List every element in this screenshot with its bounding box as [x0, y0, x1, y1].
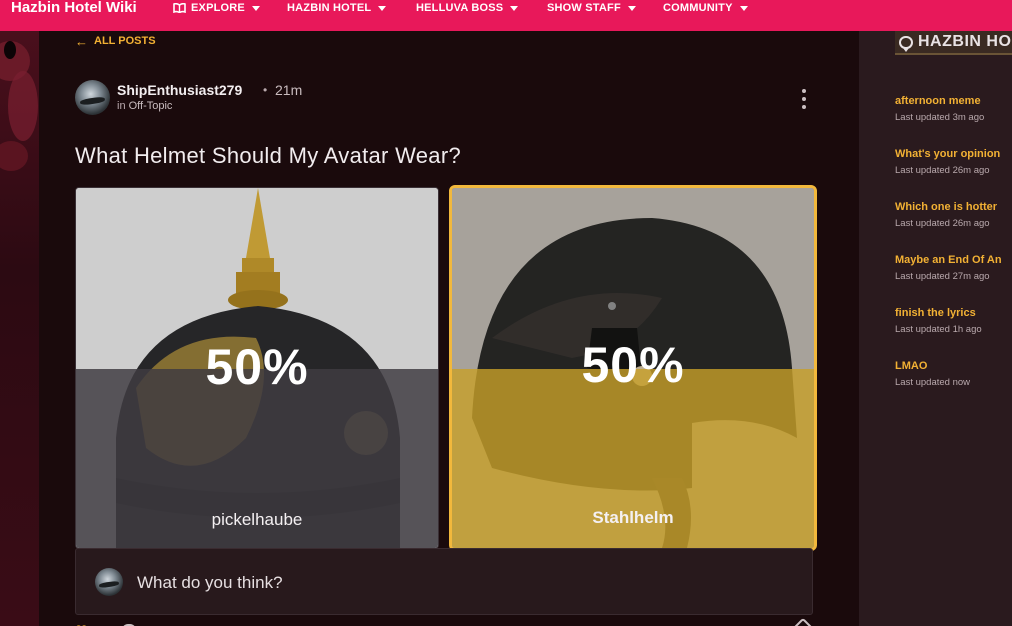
- post-main: ← ALL POSTS ShipEnthusiast279 • 21m in O…: [39, 31, 859, 626]
- post-link[interactable]: What's your opinion: [895, 148, 1012, 160]
- poll-option-stahlhelm[interactable]: 50% Stahlhelm: [449, 185, 817, 551]
- book-icon: [173, 3, 186, 13]
- list-item: Which one is hotter Last updated 26m ago: [895, 201, 1012, 254]
- post-updated: Last updated now: [895, 377, 971, 388]
- recent-posts-list: afternoon meme Last updated 3m ago What'…: [895, 95, 1012, 413]
- post-updated: Last updated 26m ago: [895, 165, 990, 176]
- arrow-left-icon: ←: [75, 33, 88, 49]
- poll-percent: 50%: [581, 337, 685, 393]
- reply-count: 5: [143, 623, 150, 626]
- post-time: 21m: [275, 82, 303, 98]
- nav-community-label: COMMUNITY: [663, 2, 733, 14]
- post-updated: Last updated 3m ago: [895, 112, 985, 123]
- poll-option-label: Stahlhelm: [592, 508, 674, 527]
- meta-separator: •: [263, 83, 268, 97]
- post-link[interactable]: finish the lyrics: [895, 307, 1012, 319]
- list-item: What's your opinion Last updated 26m ago: [895, 148, 1012, 201]
- author-avatar[interactable]: [75, 80, 110, 115]
- all-posts-label: ALL POSTS: [94, 35, 156, 47]
- list-item: afternoon meme Last updated 3m ago: [895, 95, 1012, 148]
- more-options-icon[interactable]: [797, 87, 811, 111]
- nav-show-staff[interactable]: SHOW STAFF: [547, 2, 636, 14]
- reply-button[interactable]: 5: [121, 621, 150, 626]
- heart-icon: ❤: [75, 621, 88, 626]
- discussions-header: HAZBIN HO: [895, 31, 1012, 55]
- top-navigation-bar: Hazbin Hotel Wiki EXPLORE HAZBIN HOTEL H…: [0, 0, 1012, 31]
- list-item: LMAO Last updated now: [895, 360, 1012, 413]
- chat-icon: [899, 35, 913, 52]
- nav-hazbin-hotel[interactable]: HAZBIN HOTEL: [287, 2, 387, 14]
- share-icon[interactable]: [791, 617, 815, 626]
- all-posts-link[interactable]: ← ALL POSTS: [75, 33, 156, 49]
- post-category-line: in Off-Topic: [117, 100, 172, 112]
- poll-percent: 50%: [205, 339, 309, 395]
- list-item: finish the lyrics Last updated 1h ago: [895, 307, 1012, 360]
- comment-placeholder: What do you think?: [137, 573, 283, 592]
- nav-helluva-boss[interactable]: HELLUVA BOSS: [416, 2, 519, 14]
- nav-explore[interactable]: EXPLORE: [173, 2, 260, 14]
- chevron-down-icon: [378, 5, 387, 11]
- discussions-header-title: HAZBIN HO: [918, 33, 1012, 50]
- post-link[interactable]: Which one is hotter: [895, 201, 1012, 213]
- background-artwork: [0, 31, 39, 626]
- post-title: What Helmet Should My Avatar Wear?: [75, 143, 461, 168]
- nav-show-staff-label: SHOW STAFF: [547, 2, 621, 14]
- nav-helluva-boss-label: HELLUVA BOSS: [416, 2, 504, 14]
- current-user-avatar: [95, 568, 123, 596]
- nav-hazbin-hotel-label: HAZBIN HOTEL: [287, 2, 372, 14]
- post-updated: Last updated 26m ago: [895, 218, 990, 229]
- category-link[interactable]: Off-Topic: [129, 100, 173, 112]
- nav-explore-label: EXPLORE: [191, 2, 245, 14]
- like-button[interactable]: ❤ 4: [75, 621, 102, 626]
- list-item: Maybe an End Of An Last updated 27m ago: [895, 254, 1012, 307]
- chevron-down-icon: [627, 5, 636, 11]
- post-updated: Last updated 1h ago: [895, 324, 982, 335]
- post-updated: Last updated 27m ago: [895, 271, 990, 282]
- like-count: 4: [95, 623, 102, 626]
- post-link[interactable]: afternoon meme: [895, 95, 1012, 107]
- post-link[interactable]: Maybe an End Of An: [895, 254, 1012, 266]
- wiki-title[interactable]: Hazbin Hotel Wiki: [11, 0, 137, 16]
- right-sidebar: HAZBIN HO afternoon meme Last updated 3m…: [859, 31, 1012, 626]
- reaction-bar: ❤ 4 5: [75, 621, 150, 626]
- chevron-down-icon: [510, 5, 519, 11]
- poll-option-label: pickelhaube: [211, 510, 303, 529]
- in-label: in: [117, 100, 126, 112]
- post-link[interactable]: LMAO: [895, 360, 1012, 372]
- author-name[interactable]: ShipEnthusiast279: [117, 82, 242, 98]
- poll-option-pickelhaube[interactable]: 50% pickelhaube: [75, 187, 439, 549]
- comment-input[interactable]: What do you think?: [75, 548, 813, 615]
- chevron-down-icon: [739, 5, 748, 11]
- nav-community[interactable]: COMMUNITY: [663, 2, 748, 14]
- chevron-down-icon: [251, 5, 260, 11]
